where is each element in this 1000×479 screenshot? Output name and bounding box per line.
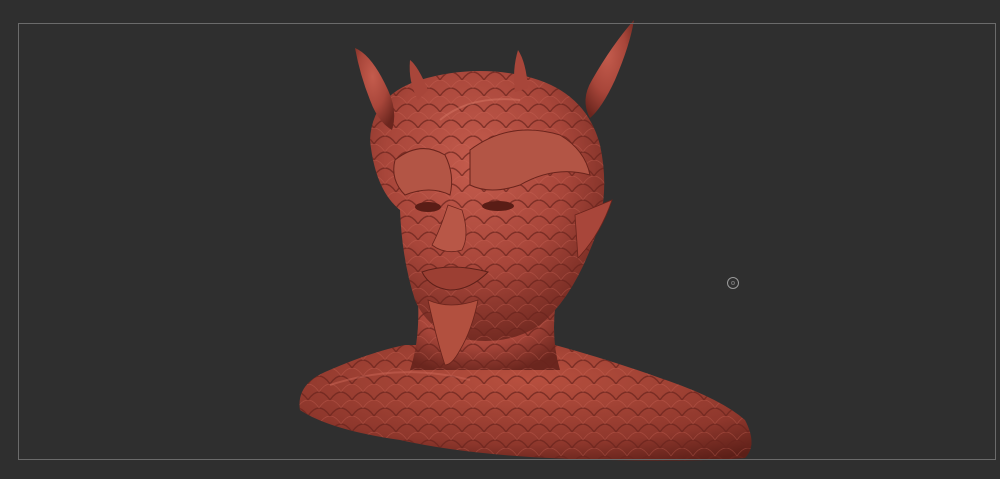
- document-viewport[interactable]: [0, 0, 1000, 479]
- brush-cursor-icon: [727, 277, 739, 289]
- canvas-frame: [18, 23, 996, 460]
